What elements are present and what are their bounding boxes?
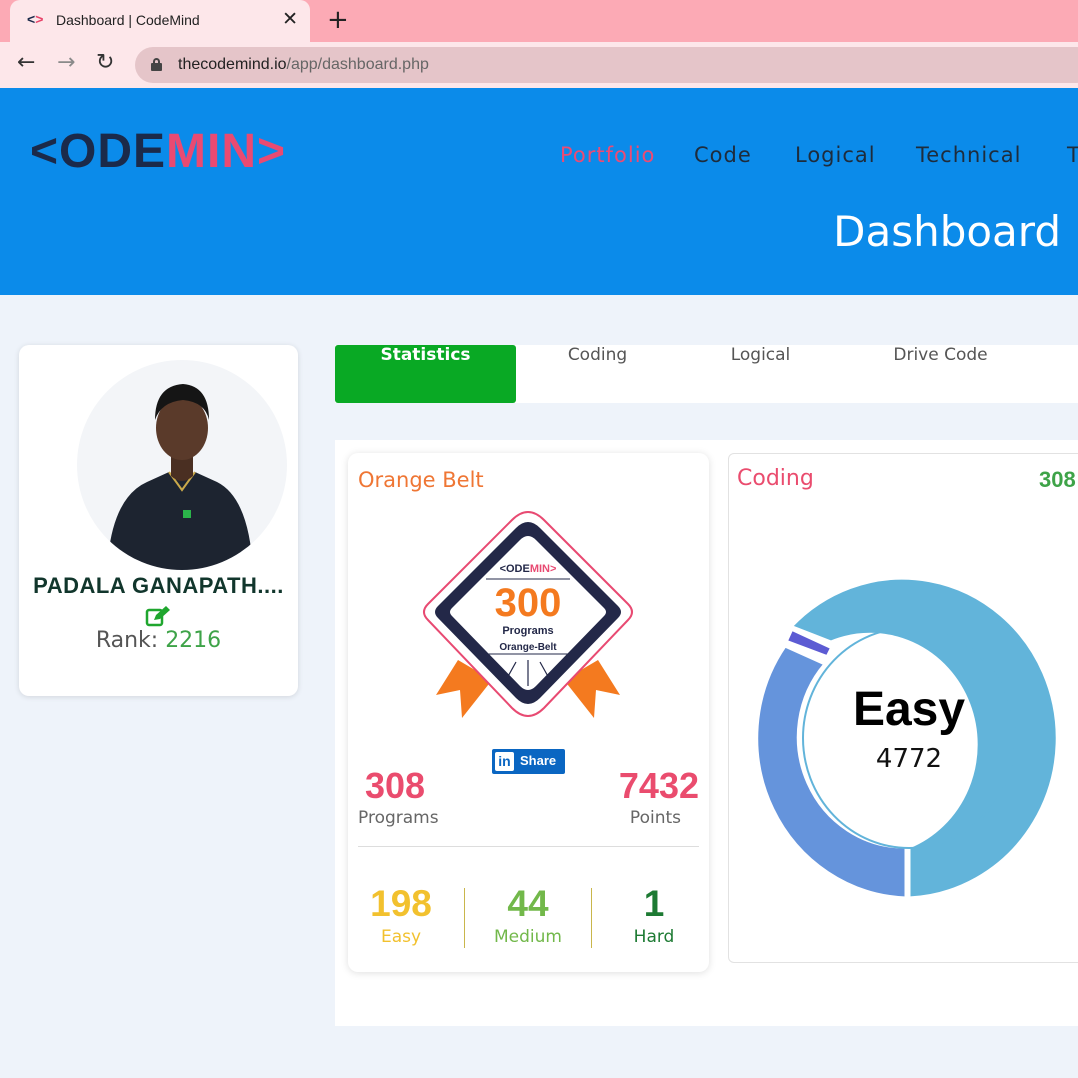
hard-label: Hard: [633, 927, 675, 947]
linkedin-icon: in: [495, 752, 514, 771]
orange-belt-badge-icon: <ODEMIN> 300 Programs Orange-Belt: [423, 510, 633, 718]
donut-center-value: 4772: [875, 744, 943, 774]
url-text: thecodemind.io/app/dashboard.php: [178, 56, 429, 73]
medium-count: 44 Medium: [469, 883, 587, 947]
points-value: 7432: [618, 765, 699, 806]
forward-arrow-icon[interactable]: →: [57, 50, 75, 75]
belt-title: Orange Belt: [358, 468, 484, 492]
points-label: Points: [629, 808, 681, 828]
back-arrow-icon[interactable]: ←: [17, 50, 35, 75]
divider: [464, 888, 465, 948]
reload-icon[interactable]: ↻: [96, 50, 114, 75]
close-icon[interactable]: ✕: [282, 8, 298, 30]
linkedin-share-button[interactable]: in Share: [492, 749, 565, 774]
easy-label: Easy: [380, 927, 422, 947]
browser-toolbar: ← → ↻ thecodemind.io/app/dashboard.php: [0, 42, 1078, 88]
nav-technical[interactable]: Technical: [916, 143, 1021, 167]
divider: [591, 888, 592, 948]
edit-icon[interactable]: [145, 605, 171, 627]
nav-logical[interactable]: Logical: [795, 143, 876, 167]
medium-label: Medium: [494, 927, 562, 947]
medium-value: 44: [507, 883, 549, 924]
svg-text:Programs: Programs: [502, 625, 553, 637]
address-bar[interactable]: thecodemind.io/app/dashboard.php: [135, 47, 1078, 83]
site-favicon-icon: <>: [27, 11, 44, 27]
svg-text:Orange-Belt: Orange-Belt: [499, 642, 557, 653]
belt-card: Orange Belt <ODEMIN> 300 Programs Orange…: [348, 453, 709, 972]
lock-icon[interactable]: [151, 58, 162, 71]
svg-text:<ODEMIN>: <ODEMIN>: [500, 563, 557, 575]
programs-value: 308: [365, 765, 426, 806]
hard-value: 1: [643, 883, 665, 924]
hard-count: 1 Hard: [595, 883, 713, 947]
tab-logical[interactable]: Logical: [679, 345, 842, 403]
nav-portfolio[interactable]: Portfolio: [560, 143, 655, 167]
coding-title: Coding: [737, 466, 814, 491]
divider: [358, 846, 699, 847]
dashboard-tabs: Statistics Coding Logical Drive Code: [335, 345, 1078, 403]
avatar: [77, 360, 287, 570]
nav-code[interactable]: Code: [694, 143, 752, 167]
tab-drive-code[interactable]: Drive Code: [842, 345, 1039, 403]
tab-title: Dashboard | CodeMind: [56, 12, 200, 28]
profile-card: PADALA GANAPATH.... Rank: 2216: [19, 345, 298, 696]
coding-card: Coding 308 Easy 4772: [728, 453, 1078, 963]
browser-tab-bar: <> Dashboard | CodeMind ✕ +: [0, 0, 1078, 42]
rank: Rank: 2216: [95, 628, 222, 653]
donut-center-label: Easy: [852, 683, 966, 736]
share-label: Share: [520, 753, 557, 768]
tab-statistics[interactable]: Statistics: [335, 345, 516, 403]
site-header: <ODEMIN> Portfolio Code Logical Technica…: [0, 88, 1078, 295]
programs-label: Programs: [358, 808, 439, 828]
easy-count: 198 Easy: [342, 883, 460, 947]
codemind-logo[interactable]: <ODEMIN>: [30, 124, 286, 179]
easy-value: 198: [370, 883, 432, 924]
svg-text:300: 300: [495, 581, 562, 625]
browser-tab[interactable]: <> Dashboard | CodeMind ✕: [10, 0, 310, 42]
page-title: Dashboard: [833, 207, 1061, 256]
new-tab-button[interactable]: +: [327, 5, 349, 35]
nav-truncated[interactable]: T: [1067, 143, 1078, 167]
rank-value: 2216: [165, 628, 222, 653]
tab-coding[interactable]: Coding: [516, 345, 679, 403]
coding-count: 308: [1039, 467, 1076, 492]
user-name: PADALA GANAPATH....: [33, 573, 284, 598]
